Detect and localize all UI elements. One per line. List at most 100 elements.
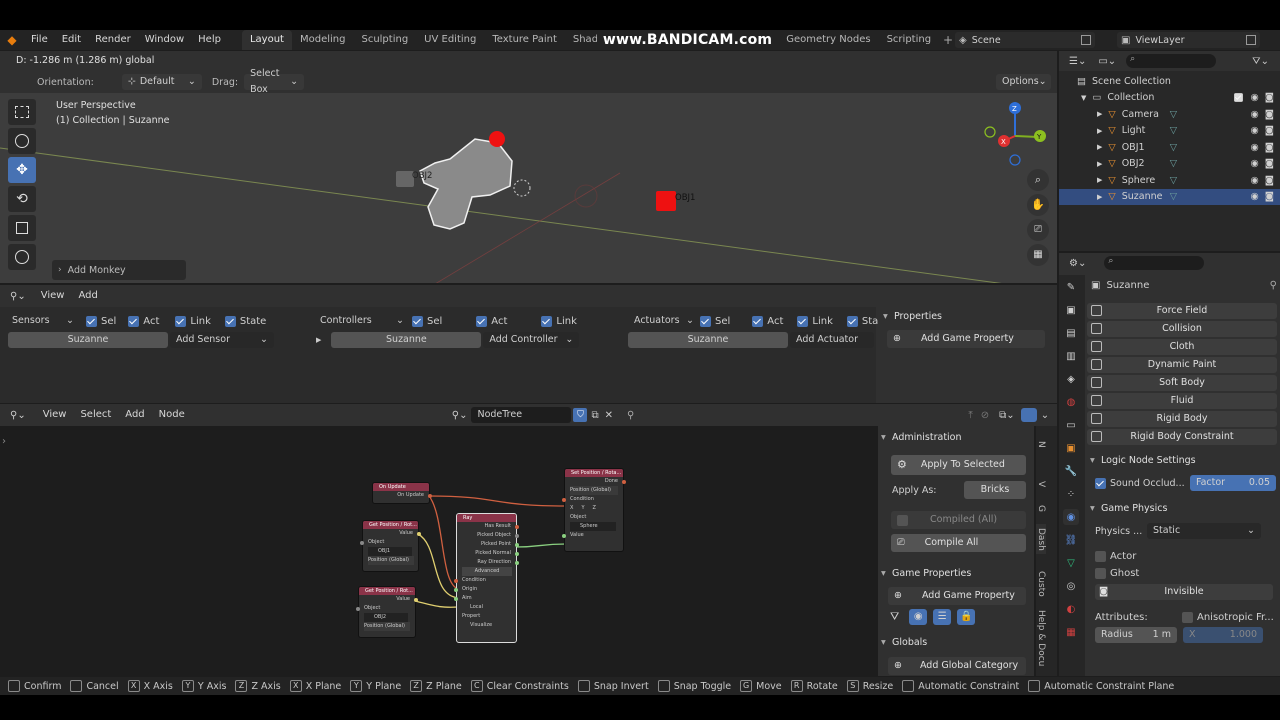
- output-tab-icon[interactable]: ▤: [1063, 325, 1079, 341]
- node-get-position-obj1[interactable]: Get Position / Rot... Value Object OBJ1 …: [360, 520, 421, 572]
- socket[interactable]: [562, 533, 566, 538]
- eye-icon[interactable]: ◉: [1250, 158, 1258, 169]
- radius-field[interactable]: Radius 1 m: [1095, 627, 1177, 643]
- add-controller-dropdown[interactable]: Add Controller ⌄: [483, 332, 580, 348]
- properties-type-icon[interactable]: ⚙⌄: [1069, 258, 1086, 269]
- outliner-scene-collection[interactable]: ▤ Scene Collection: [1059, 73, 1280, 90]
- outliner-item-2[interactable]: ▶ ▽ OBJ1 ▽ ◉ ◙: [1059, 139, 1280, 156]
- view-layer-tab-icon[interactable]: ▥: [1063, 348, 1079, 364]
- tab-dash[interactable]: Dash: [1036, 524, 1046, 554]
- physics-button-collision[interactable]: Collision: [1087, 321, 1277, 337]
- physics-button-fluid[interactable]: Fluid: [1087, 393, 1277, 409]
- anisotropic-checkbox[interactable]: [1182, 612, 1193, 623]
- camera-icon[interactable]: ◙: [1265, 175, 1274, 186]
- eye-icon[interactable]: ◉: [1250, 109, 1258, 120]
- filter-icon[interactable]: ⛛: [890, 610, 899, 624]
- socket[interactable]: [417, 531, 421, 536]
- sensors-state-checkbox[interactable]: [224, 315, 236, 327]
- socket[interactable]: [562, 497, 566, 502]
- socket[interactable]: [454, 587, 458, 592]
- logic-node-settings-header[interactable]: Logic Node Settings: [1087, 451, 1277, 471]
- physics-button-rigid-body[interactable]: Rigid Body: [1087, 411, 1277, 427]
- physics-tab-icon[interactable]: ◉: [1063, 509, 1079, 525]
- data-tab-icon[interactable]: ▽: [1063, 555, 1079, 571]
- viewport-3d[interactable]: D: -1.286 m (1.286 m) global Orientation…: [0, 51, 1057, 283]
- particles-tab-icon[interactable]: ⁘: [1063, 486, 1079, 502]
- sensors-link-checkbox[interactable]: [175, 315, 187, 327]
- logic-menu-add[interactable]: Add: [71, 286, 104, 306]
- overlay-icon[interactable]: ⧉⌄: [999, 410, 1015, 421]
- sound-occlusion-checkbox[interactable]: [1095, 477, 1106, 489]
- zoom-icon[interactable]: ⌕: [1027, 169, 1049, 191]
- tab-help-docs[interactable]: Help & Docu: [1036, 608, 1046, 668]
- tab-sculpting[interactable]: Sculpting: [353, 30, 416, 50]
- globals-panel-header[interactable]: Globals: [878, 633, 1034, 653]
- expand-arrow-icon[interactable]: ▶: [1097, 193, 1102, 201]
- logic-menu-view[interactable]: View: [34, 286, 72, 306]
- socket[interactable]: [515, 524, 519, 529]
- socket[interactable]: [356, 606, 360, 611]
- modifier-tab-icon[interactable]: 🔧: [1063, 463, 1079, 479]
- game-properties-panel-header[interactable]: Game Properties: [878, 564, 1034, 584]
- add-sensor-dropdown[interactable]: Add Sensor ⌄: [170, 332, 274, 348]
- socket[interactable]: [454, 578, 458, 583]
- expand-arrow-icon[interactable]: ▶: [1097, 110, 1102, 118]
- tab-custom[interactable]: Custo: [1036, 564, 1046, 604]
- actuators-state-checkbox[interactable]: [846, 315, 858, 327]
- sensors-sel-checkbox[interactable]: [86, 315, 97, 327]
- node-get-position-obj2[interactable]: Get Position / Rot... Value Object OBJ2 …: [356, 586, 418, 638]
- transform-tool[interactable]: [8, 244, 36, 270]
- anisotropic-x-field[interactable]: X 1.000: [1183, 627, 1263, 643]
- select-box-tool[interactable]: [8, 99, 36, 125]
- eye-icon[interactable]: ◉: [1250, 142, 1258, 153]
- physics-button-rigid-body-constraint[interactable]: Rigid Body Constraint: [1087, 429, 1277, 445]
- rotate-tool[interactable]: ⟲: [8, 186, 36, 212]
- menu-file[interactable]: File: [24, 30, 55, 50]
- node-menu-node[interactable]: Node: [152, 405, 192, 425]
- add-global-category-button[interactable]: ⊕ Add Global Category: [888, 657, 1026, 675]
- properties-search-field[interactable]: ⌕: [1104, 256, 1205, 270]
- apply-to-selected-button[interactable]: ⚙ Apply To Selected: [891, 455, 1026, 475]
- actuators-link-checkbox[interactable]: [797, 315, 809, 327]
- administration-panel-header[interactable]: Administration: [878, 428, 1034, 448]
- controllers-act-checkbox[interactable]: [476, 315, 488, 327]
- apply-as-bricks-button[interactable]: Bricks: [964, 481, 1026, 499]
- render-tab-icon[interactable]: ▣: [1063, 302, 1079, 318]
- controllers-dropdown[interactable]: Controllers ⌄: [316, 313, 408, 329]
- socket[interactable]: [515, 551, 519, 556]
- camera-icon[interactable]: ◙: [1265, 92, 1274, 103]
- expand-arrow-icon[interactable]: ▶: [1097, 143, 1102, 151]
- physics-button-soft-body[interactable]: Soft Body: [1087, 375, 1277, 391]
- node-editor-type-icon[interactable]: ⚲⌄: [10, 410, 26, 421]
- factor-field[interactable]: Factor 0.05: [1190, 475, 1276, 491]
- tab-n[interactable]: N: [1036, 434, 1046, 454]
- socket[interactable]: [515, 533, 519, 538]
- tab-modeling[interactable]: Modeling: [292, 30, 354, 50]
- node-editor[interactable]: ⚲⌄ View Select Add Node ⚲⌄ NodeTree ⛉ ⧉ …: [0, 404, 1057, 676]
- viewlayer-selector[interactable]: ▣ ViewLayer: [1117, 32, 1260, 48]
- outliner-item-3[interactable]: ▶ ▽ OBJ2 ▽ ◉ ◙: [1059, 156, 1280, 173]
- socket[interactable]: [428, 493, 432, 498]
- world-tab-icon[interactable]: ◍: [1063, 394, 1079, 410]
- node-tree-type-icon[interactable]: ⚲⌄: [452, 410, 468, 421]
- navigation-gizmo[interactable]: Z Y X: [980, 101, 1050, 171]
- tab-texture-paint[interactable]: Texture Paint: [484, 30, 565, 50]
- tab-v[interactable]: V: [1036, 474, 1046, 494]
- socket[interactable]: [515, 542, 519, 547]
- scale-tool[interactable]: [8, 215, 36, 241]
- move-tool[interactable]: ✥: [8, 157, 36, 183]
- logic-tab-icon[interactable]: ▦: [1063, 624, 1079, 640]
- tab-shading[interactable]: Shadin: [565, 30, 597, 50]
- physics-button-cloth[interactable]: Cloth: [1087, 339, 1277, 355]
- outliner-type-icon[interactable]: ☰⌄: [1069, 56, 1086, 67]
- filter-icon[interactable]: ⛛⌄: [1252, 56, 1269, 67]
- eye-icon[interactable]: ◉: [909, 609, 928, 625]
- chevron-down-icon[interactable]: ⌄: [1041, 410, 1049, 421]
- socket[interactable]: [414, 597, 418, 602]
- add-actuator-dropdown[interactable]: Add Actuator: [790, 332, 874, 348]
- node-menu-select[interactable]: Select: [73, 405, 118, 425]
- node-menu-add[interactable]: Add: [118, 405, 151, 425]
- tab-scripting[interactable]: Scripting: [879, 30, 939, 50]
- sensors-act-checkbox[interactable]: [128, 315, 140, 327]
- physics-button-force-field[interactable]: Force Field: [1087, 303, 1277, 319]
